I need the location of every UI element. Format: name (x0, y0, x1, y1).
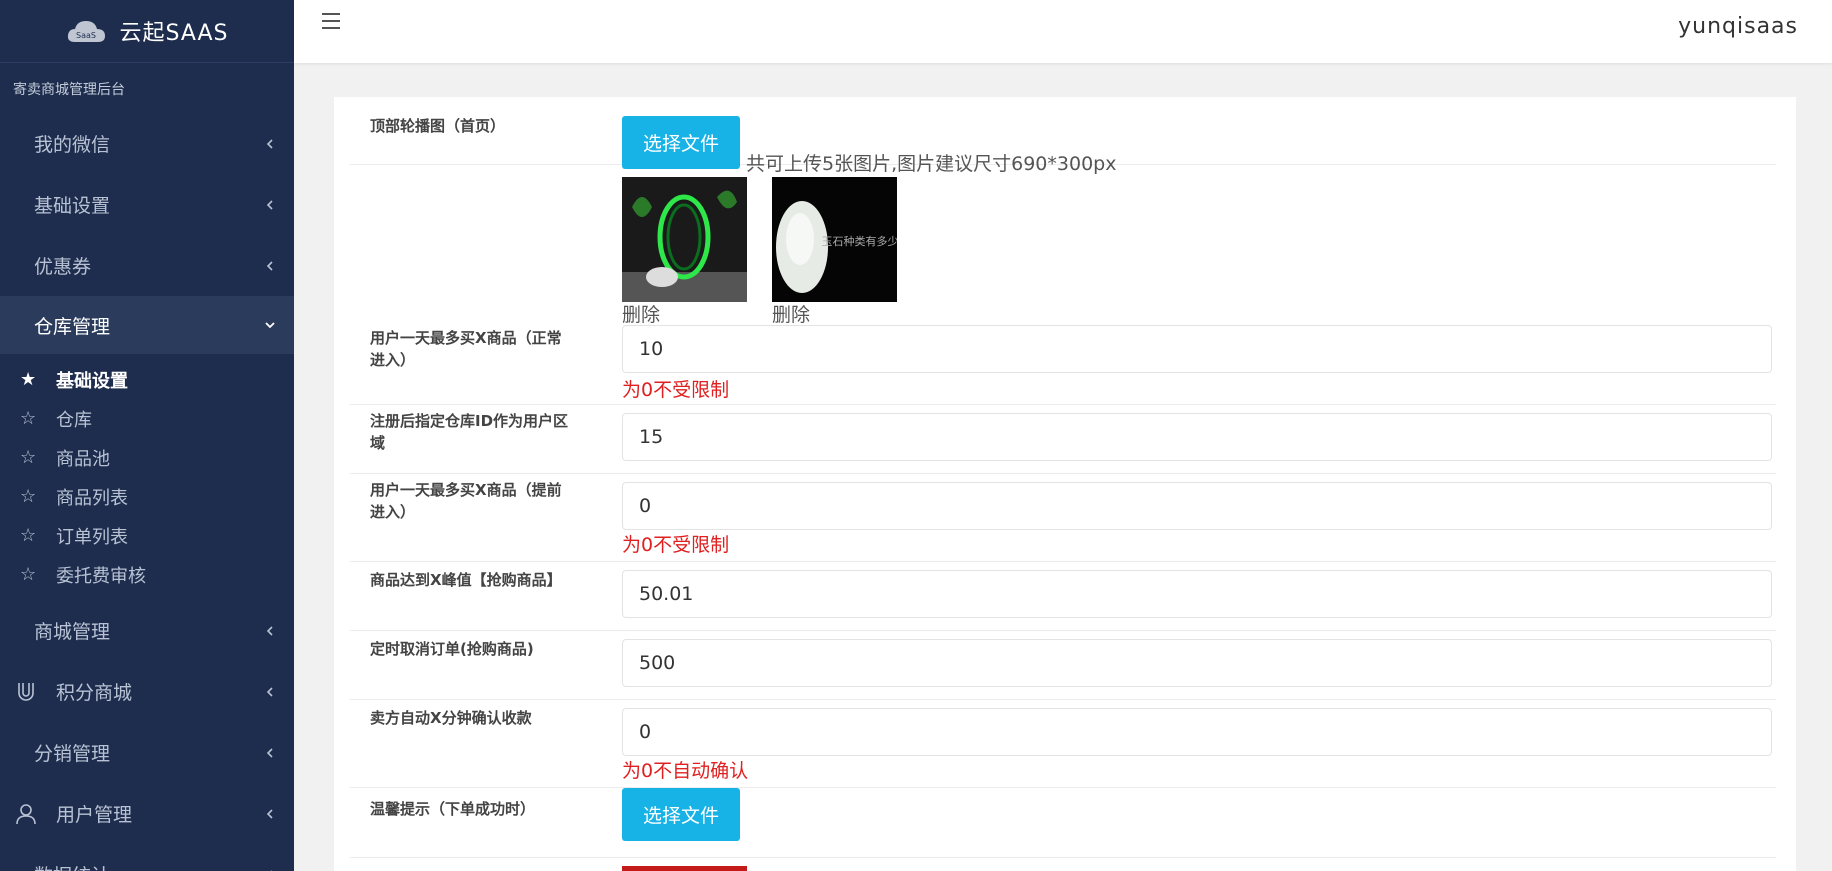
field-label: 定时取消订单(抢购商品) (370, 640, 534, 658)
submenu-item-basic-settings[interactable]: ★ 基础设置 (0, 360, 294, 399)
image-caption: 玉石种类有多少 (822, 234, 898, 248)
chevron-left-icon (266, 138, 273, 149)
submenu-item-order-list[interactable]: ☆ 订单列表 (0, 516, 294, 555)
settings-form: 顶部轮播图（首页） 选择文件 共可上传5张图片,图片建议尺寸690*300px … (334, 97, 1796, 871)
chevron-down-icon (265, 322, 275, 329)
menu-item-warehouse[interactable]: 仓库管理 (0, 296, 294, 354)
field-label: 温馨提示（下单成功时） (370, 800, 536, 818)
chevron-left-icon (266, 625, 273, 636)
menu-label: 用户管理 (56, 804, 133, 826)
field-hint: 为0不自动确认 (622, 760, 749, 782)
user-icon (16, 803, 36, 824)
menu-label: 商城管理 (34, 621, 111, 643)
menu-label: 基础设置 (34, 195, 111, 217)
menu-label: 优惠券 (34, 256, 92, 278)
star-icon: ☆ (20, 525, 37, 546)
star-icon: ★ (20, 369, 37, 390)
cancel-order-input[interactable]: 500 (622, 639, 1772, 687)
cloud-logo-icon: SaaS (65, 16, 107, 46)
field-label: 顶部轮播图（首页） (370, 117, 506, 135)
menu-item-coupons[interactable]: 优惠券 (0, 235, 294, 296)
top-bar: yunqisaas (294, 0, 1832, 63)
chevron-left-icon (266, 747, 273, 758)
chevron-left-icon (266, 808, 273, 819)
form-row-register-warehouse: 注册后指定仓库ID作为用户区域 15 (350, 405, 1776, 474)
submenu-label: 仓库 (56, 409, 92, 431)
submenu-label: 商品列表 (56, 487, 128, 509)
form-row-auto-confirm: 卖方自动X分钟确认收款 0 为0不自动确认 (350, 700, 1776, 788)
star-icon: ☆ (20, 486, 37, 507)
menu-item-wechat[interactable]: 我的微信 (0, 113, 294, 174)
submenu-item-warehouse[interactable]: ☆ 仓库 (0, 399, 294, 438)
brand-title: 云起SAAS (119, 21, 229, 46)
banner-image-1 (622, 177, 747, 302)
username[interactable]: yunqisaas (1678, 14, 1798, 39)
choose-file-button[interactable]: 选择文件 (622, 788, 740, 841)
tip-image-thumbnail (622, 866, 747, 871)
menu-item-mall[interactable]: 商城管理 (0, 600, 294, 661)
star-icon: ☆ (20, 447, 37, 468)
auto-confirm-minutes-input[interactable]: 0 (622, 708, 1772, 756)
form-row-peak-value: 商品达到X峰值【抢购商品】 50.01 (350, 562, 1776, 631)
logo-text: SaaS (76, 31, 96, 40)
submenu-label: 商品池 (56, 448, 110, 470)
field-label: 卖方自动X分钟确认收款 (370, 709, 532, 727)
chevron-left-icon (266, 686, 273, 697)
menu-label: 仓库管理 (34, 315, 111, 338)
daily-limit-normal-input[interactable]: 10 (622, 325, 1772, 373)
form-row-order-tip: 温馨提示（下单成功时） 选择文件 (350, 788, 1776, 871)
menu-label: 我的微信 (34, 134, 111, 156)
field-label: 用户一天最多买X商品（提前进入） (370, 481, 562, 521)
submenu-label: 基础设置 (56, 370, 128, 392)
register-warehouse-id-input[interactable]: 15 (622, 413, 1772, 461)
submenu-item-product-list[interactable]: ☆ 商品列表 (0, 477, 294, 516)
menu-label: 分销管理 (34, 743, 111, 765)
submenu-label: 订单列表 (56, 526, 128, 548)
delete-image-2-link[interactable]: 删除 (772, 300, 810, 327)
field-label: 用户一天最多买X商品（正常进入） (370, 329, 562, 369)
field-label: 注册后指定仓库ID作为用户区域 (370, 412, 569, 452)
submenu-item-product-pool[interactable]: ☆ 商品池 (0, 438, 294, 477)
warehouse-submenu: ★ 基础设置 ☆ 仓库 ☆ 商品池 ☆ 商品列表 ☆ 订单列表 ☆ 委托费审核 (0, 354, 294, 600)
field-hint: 为0不受限制 (622, 534, 730, 556)
menu-item-distribution[interactable]: 分销管理 (0, 722, 294, 783)
menu-item-statistics[interactable]: 数据统计 (0, 844, 294, 871)
form-row-cancel-order: 定时取消订单(抢购商品) 500 (350, 631, 1776, 700)
row-divider (350, 857, 1776, 858)
magnet-icon (18, 682, 34, 701)
star-icon: ☆ (20, 408, 37, 429)
form-row-daily-limit-normal: 用户一天最多买X商品（正常进入） 10 为0不受限制 (350, 325, 1776, 405)
sidebar: SaaS 云起SAAS 寄卖商城管理后台 我的微信 基础设置 优惠券 仓库管理 … (0, 0, 294, 871)
menu-label: 积分商城 (56, 682, 133, 704)
form-row-daily-limit-early: 用户一天最多买X商品（提前进入） 0 为0不受限制 (350, 474, 1776, 562)
hamburger-menu-icon[interactable] (322, 13, 344, 33)
chevron-left-icon (266, 260, 273, 271)
field-hint: 为0不受限制 (622, 379, 730, 401)
menu-item-basic-settings[interactable]: 基础设置 (0, 174, 294, 235)
chevron-left-icon (266, 199, 273, 210)
submenu-item-commission-review[interactable]: ☆ 委托费审核 (0, 555, 294, 594)
banner-image-2: 玉石种类有多少 (772, 177, 897, 302)
daily-limit-early-input[interactable]: 0 (622, 482, 1772, 530)
submenu-label: 委托费审核 (56, 565, 146, 587)
field-label: 商品达到X峰值【抢购商品】 (370, 571, 562, 589)
star-icon: ☆ (20, 564, 37, 585)
delete-image-1-link[interactable]: 删除 (622, 300, 660, 327)
menu-item-users[interactable]: 用户管理 (0, 783, 294, 844)
form-row-banner: 顶部轮播图（首页） 选择文件 共可上传5张图片,图片建议尺寸690*300px (350, 97, 1776, 175)
menu-item-points-mall[interactable]: 积分商城 (0, 661, 294, 722)
brand: SaaS 云起SAAS (0, 0, 294, 63)
choose-file-button[interactable]: 选择文件 (622, 116, 740, 169)
menu-label: 数据统计 (34, 861, 110, 871)
sidebar-subtitle: 寄卖商城管理后台 (13, 82, 125, 98)
peak-value-input[interactable]: 50.01 (622, 570, 1772, 618)
